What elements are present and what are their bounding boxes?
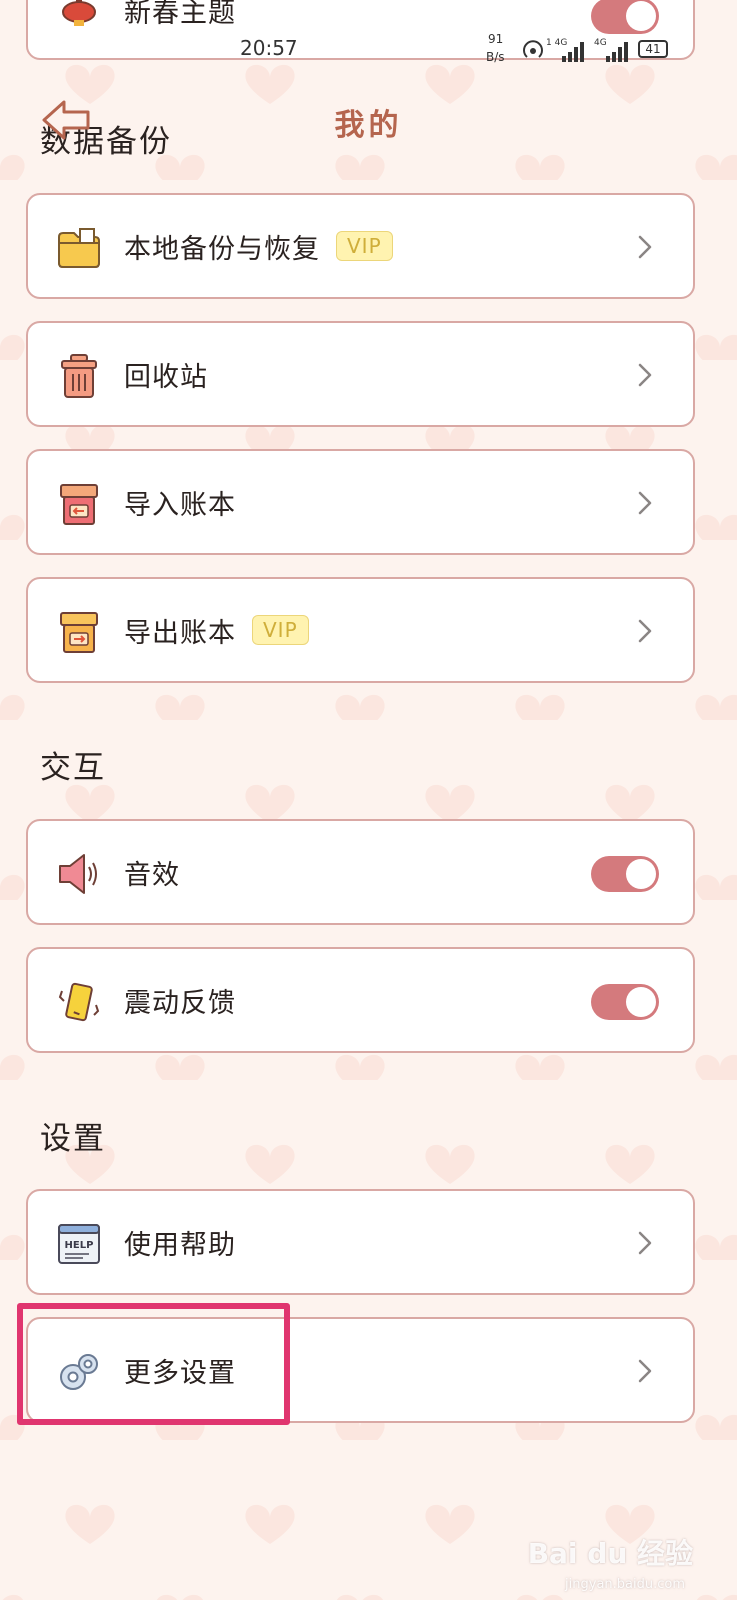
- speaker-icon: [59, 854, 97, 894]
- chevron-right-icon: [638, 1359, 652, 1383]
- sound-effects-label: 音效: [124, 859, 180, 891]
- vibrate-phone-icon: [58, 982, 100, 1022]
- folder-icon: [58, 228, 100, 268]
- local-backup-label: 本地备份与恢复: [124, 233, 320, 265]
- new-year-theme-label: 新春主题: [124, 0, 236, 29]
- vip-badge: VIP: [252, 615, 309, 645]
- help-label: 使用帮助: [124, 1229, 236, 1261]
- signal-bars-icon: [562, 42, 584, 62]
- hotspot-icon: [523, 40, 543, 58]
- local-backup-item[interactable]: 本地备份与恢复 VIP: [26, 193, 695, 299]
- status-time: 20:57: [240, 36, 298, 60]
- import-book-label: 导入账本: [124, 489, 236, 521]
- section-title-interaction: 交互: [40, 750, 106, 786]
- annotation-highlight-box: [17, 1303, 290, 1425]
- signal-bars-2-icon: [606, 42, 628, 62]
- vibration-feedback-toggle[interactable]: [591, 984, 659, 1020]
- import-box-icon: [60, 484, 98, 525]
- net-speed-value: 91: [488, 32, 504, 46]
- import-book-item[interactable]: 导入账本: [26, 449, 695, 555]
- battery-level: 41: [645, 42, 661, 56]
- export-box-icon: [60, 612, 98, 653]
- vibration-feedback-label: 震动反馈: [124, 987, 236, 1019]
- help-doc-icon: HELP: [58, 1224, 100, 1264]
- help-icon-text: HELP: [65, 1240, 94, 1251]
- battery-icon: 41: [638, 40, 668, 58]
- baidu-watermark: Bai du 经验: [527, 1537, 693, 1570]
- chevron-right-icon: [638, 619, 652, 643]
- chevron-right-icon: [638, 491, 652, 515]
- status-bar: 20:57 91 B/s 1 4G 4G 41: [0, 30, 737, 70]
- chevron-right-icon: [638, 1231, 652, 1255]
- sound-effects-item: 音效: [26, 819, 695, 925]
- baidu-watermark-url: jingyan.baidu.com: [565, 1577, 685, 1592]
- section-title-settings: 设置: [40, 1121, 106, 1157]
- net-speed-unit: B/s: [486, 50, 505, 64]
- chevron-right-icon: [638, 363, 652, 387]
- chevron-right-icon: [638, 235, 652, 259]
- export-book-item[interactable]: 导出账本 VIP: [26, 577, 695, 683]
- vibration-feedback-item: 震动反馈: [26, 947, 695, 1053]
- vip-badge: VIP: [336, 231, 393, 261]
- export-book-label: 导出账本: [124, 617, 236, 649]
- new-year-theme-toggle[interactable]: [591, 0, 659, 34]
- recycle-bin-item[interactable]: 回收站: [26, 321, 695, 427]
- trash-icon: [61, 354, 97, 398]
- recycle-bin-label: 回收站: [124, 361, 208, 393]
- sound-effects-toggle[interactable]: [591, 856, 659, 892]
- page-title: 我的: [334, 108, 403, 143]
- help-item[interactable]: HELP 使用帮助: [26, 1189, 695, 1295]
